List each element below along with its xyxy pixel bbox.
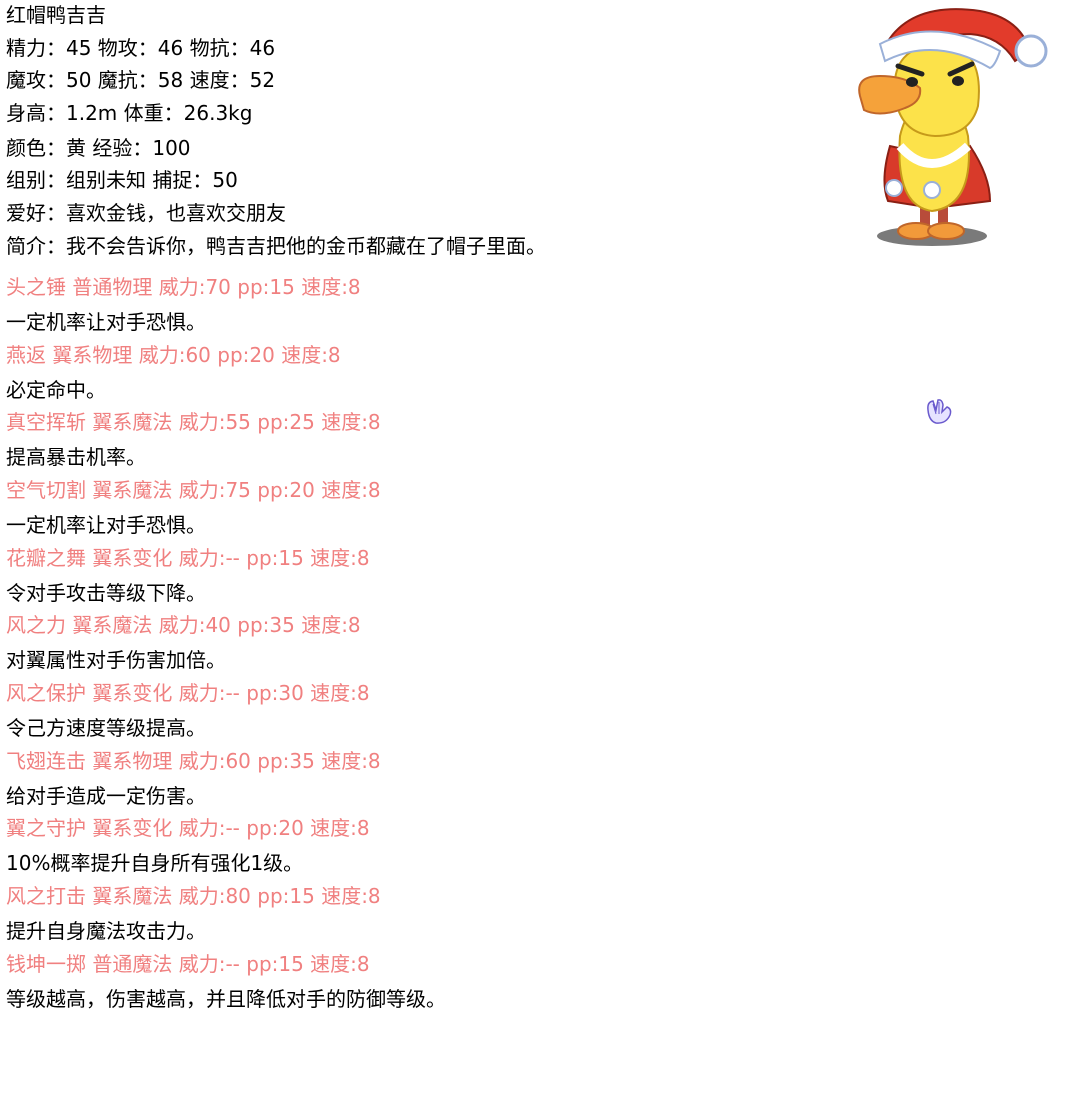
skill-desc: 令对手攻击等级下降。 [6,581,206,605]
duck-mascot-image [858,8,1048,246]
skill-head: 风之力 翼系魔法 威力:40 pp:35 速度:8 [6,613,361,637]
skill-head: 飞翅连击 翼系物理 威力:60 pp:35 速度:8 [6,749,381,773]
hand-cursor-icon [927,399,952,424]
pet-name: 红帽鸭吉吉 [6,3,106,27]
skill-head: 真空挥斩 翼系魔法 威力:55 pp:25 速度:8 [6,410,381,434]
stats-line-2: 魔攻：50 魔抗：58 速度：52 [6,68,276,92]
skill-head: 风之保护 翼系变化 威力:-- pp:30 速度:8 [6,681,370,705]
skill-head: 花瓣之舞 翼系变化 威力:-- pp:15 速度:8 [6,546,370,570]
skill-desc: 10%概率提升自身所有强化1级。 [6,851,304,875]
skill-desc: 一定机率让对手恐惧。 [6,310,206,334]
skill-head: 头之锤 普通物理 威力:70 pp:15 速度:8 [6,275,361,299]
skill-desc: 给对手造成一定伤害。 [6,784,206,808]
skill-head: 风之打击 翼系魔法 威力:80 pp:15 速度:8 [6,884,381,908]
skill-desc: 提高暴击机率。 [6,445,146,469]
intro-line: 简介：我不会告诉你，鸭吉吉把他的金币都藏在了帽子里面。 [6,234,546,258]
body-line: 身高：1.2m 体重：26.3kg [6,101,253,125]
skill-head: 翼之守护 翼系变化 威力:-- pp:20 速度:8 [6,816,370,840]
skill-desc: 令己方速度等级提高。 [6,716,206,740]
skill-desc: 一定机率让对手恐惧。 [6,513,206,537]
stats-line-1: 精力：45 物攻：46 物抗：46 [6,36,276,60]
skill-head: 空气切割 翼系魔法 威力:75 pp:20 速度:8 [6,478,381,502]
color-exp-line: 颜色：黄 经验：100 [6,136,191,160]
skill-desc: 必定命中。 [6,378,106,402]
skill-desc: 等级越高，伤害越高，并且降低对手的防御等级。 [6,987,446,1011]
group-capture-line: 组别：组别未知 捕捉：50 [6,168,238,192]
skill-desc: 提升自身魔法攻击力。 [6,919,206,943]
skill-head: 燕返 翼系物理 威力:60 pp:20 速度:8 [6,343,341,367]
skill-desc: 对翼属性对手伤害加倍。 [6,648,226,672]
hobby-line: 爱好：喜欢金钱，也喜欢交朋友 [6,201,286,225]
skill-head: 钱坤一掷 普通魔法 威力:-- pp:15 速度:8 [6,952,370,976]
